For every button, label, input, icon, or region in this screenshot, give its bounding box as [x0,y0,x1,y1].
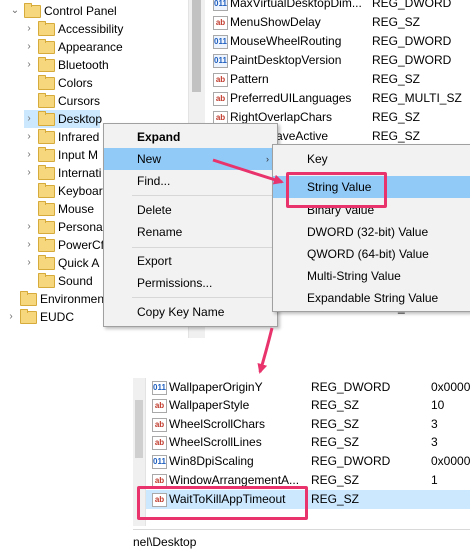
arrow-to-bottom-pane [257,327,274,374]
annotation-arrows [212,158,284,374]
arrow-to-string-value [212,158,284,185]
